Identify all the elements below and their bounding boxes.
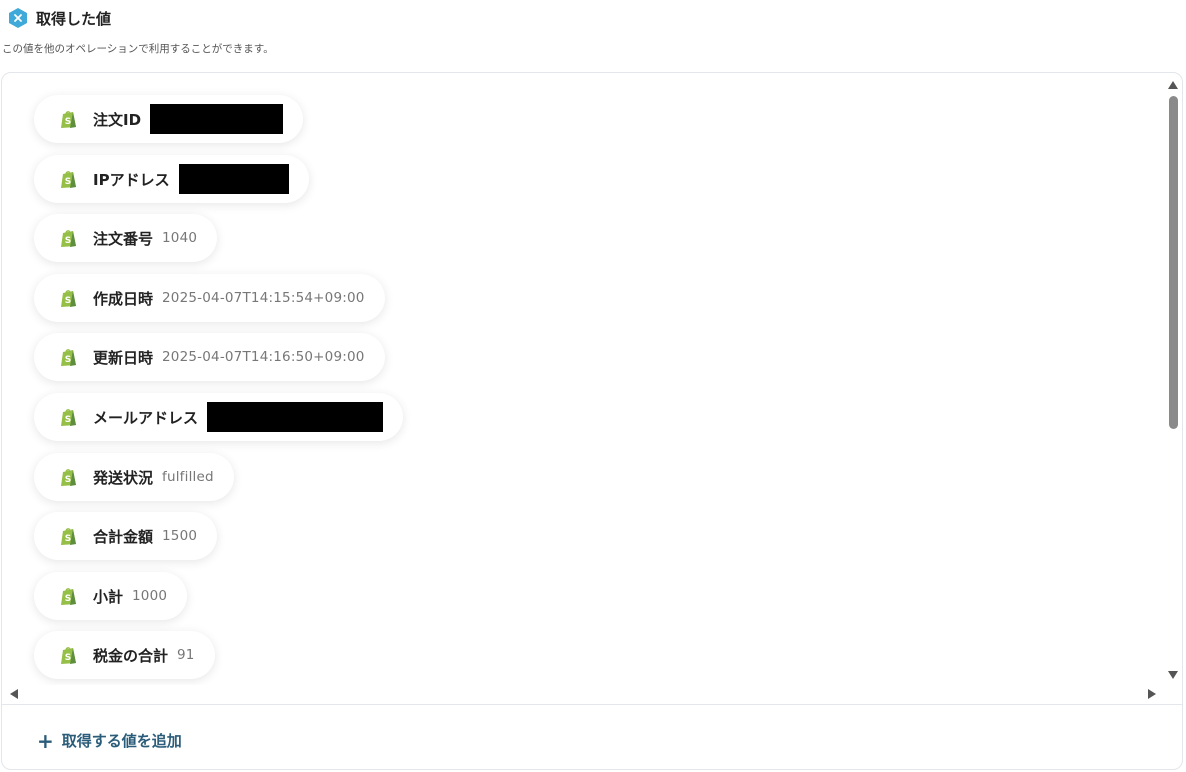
svg-text:S: S (65, 475, 71, 485)
shopify-icon: S (61, 111, 76, 128)
value-item[interactable]: S 作成日時 2025-04-07T14:15:54+09:00 (34, 274, 385, 322)
shopify-icon: S (61, 647, 76, 664)
value-item-value: 2025-04-07T14:15:54+09:00 (162, 290, 365, 306)
vertical-scrollbar[interactable] (1162, 73, 1182, 685)
scroll-right-arrow-icon[interactable] (1148, 689, 1156, 699)
shopify-icon: S (61, 588, 76, 605)
value-item-label: 小計 (93, 587, 124, 606)
value-item-label: 税金の合計 (93, 646, 169, 665)
scroll-up-arrow-icon[interactable] (1168, 81, 1178, 89)
shopify-icon: S (61, 171, 76, 188)
value-item-value: 91 (177, 647, 195, 663)
value-item-label: 更新日時 (93, 348, 154, 367)
value-item-value: 1000 (132, 588, 168, 604)
value-item[interactable]: S メールアドレス (34, 393, 404, 441)
value-item-label: 発送状況 (93, 468, 154, 487)
horizontal-scrollbar[interactable] (2, 685, 1162, 703)
shopify-icon: S (61, 349, 76, 366)
svg-text:S: S (65, 534, 71, 544)
value-item[interactable]: S 注文番号 1040 (34, 214, 218, 262)
value-item[interactable]: S 合計金額 1500 (34, 512, 218, 560)
section-title: 取得した値 (36, 9, 112, 28)
value-item-label: 注文番号 (93, 229, 154, 248)
plus-icon: + (37, 728, 54, 753)
value-item[interactable]: S 小計 1000 (34, 572, 188, 620)
svg-text:S: S (65, 653, 71, 663)
scroll-left-arrow-icon[interactable] (10, 689, 18, 699)
shopify-icon: S (61, 469, 76, 486)
values-list: S 注文ID S IPアドレス S 注文番号 1040 S 作成日時 2025-04-07T14:… (2, 73, 1162, 685)
value-item[interactable]: S IPアドレス (34, 155, 309, 203)
divider (2, 704, 1182, 705)
value-item-value: 2025-04-07T14:16:50+09:00 (162, 349, 365, 365)
value-item[interactable]: S 注文ID (34, 95, 304, 143)
value-item-value: 1500 (162, 528, 198, 544)
value-item[interactable]: S 発送状況 fulfilled (34, 453, 234, 501)
redacted-value (207, 402, 384, 432)
redacted-value (178, 164, 289, 194)
svg-text:S: S (65, 415, 71, 425)
shopify-icon: S (61, 230, 76, 247)
value-item-label: 合計金額 (93, 527, 154, 546)
value-item-label: メールアドレス (93, 408, 199, 427)
svg-text:S: S (65, 236, 71, 246)
value-item-label: 注文ID (93, 110, 142, 129)
svg-text:S: S (65, 177, 71, 187)
add-value-label: 取得する値を追加 (61, 732, 182, 750)
value-item[interactable]: S 更新日時 2025-04-07T14:16:50+09:00 (34, 333, 385, 381)
value-item-label: 作成日時 (93, 289, 154, 308)
scroll-down-arrow-icon[interactable] (1168, 671, 1178, 679)
add-value-button[interactable]: + 取得する値を追加 (37, 730, 182, 751)
value-item[interactable]: S 税金の合計 91 (34, 631, 215, 679)
section-header: 取得した値 (7, 7, 111, 29)
value-item-value: fulfilled (162, 469, 214, 485)
shopify-icon: S (61, 528, 76, 545)
shopify-icon: S (61, 290, 76, 307)
svg-text:S: S (65, 296, 71, 306)
redacted-value (150, 104, 284, 134)
svg-text:S: S (65, 117, 71, 127)
value-item-value: 1040 (162, 230, 198, 246)
scroll-thumb[interactable] (1169, 96, 1178, 429)
value-item-label: IPアドレス (93, 170, 170, 189)
shopify-icon: S (61, 409, 76, 426)
section-subtitle: この値を他のオペレーションで利用することができます。 (2, 43, 274, 55)
close-badge-icon[interactable] (7, 7, 29, 29)
svg-text:S: S (65, 594, 71, 604)
svg-text:S: S (65, 355, 71, 365)
values-panel: S 注文ID S IPアドレス S 注文番号 1040 S 作成日時 2025-04-07T14:… (1, 72, 1183, 770)
